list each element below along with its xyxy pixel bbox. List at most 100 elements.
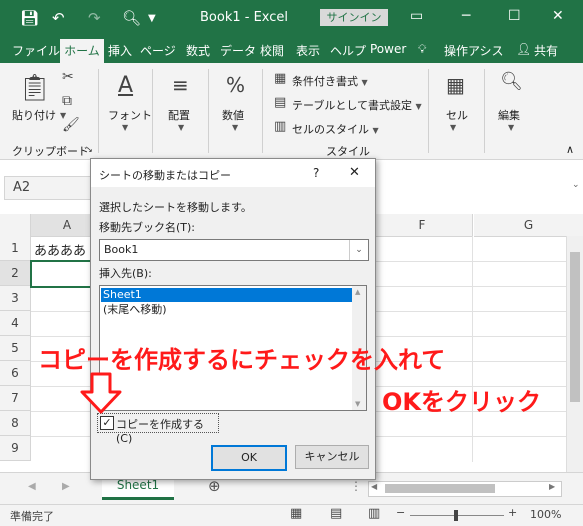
expand-formula-icon[interactable]: ⌄ — [572, 180, 580, 190]
list-item-move-to-end[interactable]: (末尾へ移動) — [101, 303, 353, 317]
more-options-icon[interactable]: ⋮ — [350, 479, 362, 493]
cells-icon[interactable]: ▦ — [446, 73, 465, 97]
font-dropdown-icon[interactable]: ▼ — [122, 123, 128, 132]
format-table-button[interactable]: テーブルとして書式設定 ▼ — [292, 97, 422, 113]
copy-checkbox-row[interactable]: ✓ コピーを作成する(C) — [97, 413, 219, 445]
chevron-up-icon[interactable]: ▲ — [355, 288, 360, 296]
undo-icon[interactable]: ↶ — [52, 9, 65, 27]
format-table-icon[interactable]: ▤ — [274, 95, 286, 110]
signin-button[interactable]: サインイン — [320, 9, 388, 26]
list-item-sheet1[interactable]: Sheet1 — [101, 288, 353, 302]
row-header-6[interactable]: 6 — [0, 361, 31, 386]
zoom-in-icon[interactable]: + — [508, 506, 517, 519]
destination-book-select[interactable]: Book1 ⌄ — [99, 239, 369, 261]
collapse-ribbon-icon[interactable]: ∧ — [566, 143, 574, 156]
tell-me-box[interactable]: 操作アシス — [444, 42, 504, 59]
cut-icon[interactable]: ✂ — [62, 69, 74, 85]
share-icon[interactable]: 👤︎ — [516, 42, 531, 56]
copy-icon[interactable]: ⧉ — [62, 93, 72, 109]
row-header-9[interactable]: 9 — [0, 436, 31, 461]
close-icon[interactable]: ✕ — [552, 8, 564, 24]
minimize-icon[interactable]: ─ — [462, 8, 470, 24]
paste-label[interactable]: 貼り付け — [12, 107, 56, 123]
select-all-corner[interactable] — [0, 214, 31, 237]
print-preview-icon[interactable]: 🔍︎ — [122, 9, 141, 27]
tab-page[interactable]: ページ — [140, 42, 176, 59]
row-header-8[interactable]: 8 — [0, 411, 31, 436]
conditional-format-icon[interactable]: ▦ — [274, 71, 286, 86]
cancel-button[interactable]: キャンセル — [295, 445, 369, 469]
next-sheet-icon[interactable]: ▶ — [62, 481, 70, 492]
row-header-1[interactable]: 1 — [0, 236, 31, 261]
number-dropdown-icon[interactable]: ▼ — [232, 123, 238, 132]
tab-formulas[interactable]: 数式 — [186, 42, 210, 59]
help-icon[interactable]: ? — [313, 166, 319, 180]
row-header-7[interactable]: 7 — [0, 386, 31, 411]
cells-label[interactable]: セル — [446, 107, 468, 123]
editing-label[interactable]: 編集 — [498, 107, 520, 123]
editing-dropdown-icon[interactable]: ▼ — [508, 123, 514, 132]
scrollbar-thumb[interactable] — [385, 484, 495, 493]
zoom-out-icon[interactable]: − — [396, 506, 405, 519]
dialog-message: 選択したシートを移動します。 — [99, 201, 252, 214]
zoom-level[interactable]: 100% — [530, 508, 561, 521]
clipboard-launcher-icon[interactable]: ↘ — [86, 145, 93, 154]
font-label[interactable]: フォント — [108, 107, 152, 123]
tab-review[interactable]: 校閲 — [260, 42, 284, 59]
font-icon[interactable]: A — [118, 73, 133, 98]
alignment-label[interactable]: 配置 — [168, 107, 190, 123]
column-header-f[interactable]: F — [372, 214, 473, 237]
conditional-format-button[interactable]: 条件付き書式 ▼ — [292, 73, 368, 89]
dialog-titlebar: シートの移動またはコピー ? ✕ — [91, 159, 375, 187]
scroll-left-icon[interactable]: ◀ — [371, 482, 377, 491]
previous-sheet-icon[interactable]: ◀ — [28, 481, 36, 492]
row-header-5[interactable]: 5 — [0, 336, 31, 361]
name-box[interactable]: A2 — [4, 176, 94, 200]
row-header-3[interactable]: 3 — [0, 286, 31, 311]
alignment-dropdown-icon[interactable]: ▼ — [178, 123, 184, 132]
page-break-icon[interactable]: ▥ — [368, 506, 380, 521]
cells-dropdown-icon[interactable]: ▼ — [450, 123, 456, 132]
tab-data[interactable]: データ — [220, 42, 256, 59]
redo-icon[interactable]: ↷ — [88, 9, 101, 27]
lightbulb-icon[interactable]: 💡︎ — [418, 42, 426, 57]
ribbon-display-icon[interactable]: ▭ — [410, 8, 423, 24]
page-layout-icon[interactable]: ▤ — [330, 506, 342, 521]
horizontal-scrollbar[interactable]: ◀ ▶ — [368, 481, 562, 497]
percent-icon[interactable]: % — [226, 73, 245, 97]
cell-styles-icon[interactable]: ▥ — [274, 119, 286, 134]
alignment-icon[interactable]: ≡ — [172, 73, 189, 97]
scrollbar-thumb[interactable] — [570, 252, 580, 402]
search-icon[interactable]: 🔍︎ — [500, 71, 523, 92]
chevron-down-icon: ▼ — [361, 78, 368, 87]
save-icon[interactable]: 💾︎ — [20, 9, 39, 27]
chevron-down-icon[interactable]: ⌄ — [349, 240, 368, 260]
format-painter-icon[interactable]: 🖌︎ — [62, 117, 80, 133]
paste-icon[interactable]: 📋︎ — [18, 73, 51, 103]
tab-file[interactable]: ファイル — [12, 42, 60, 59]
number-label[interactable]: 数値 — [222, 107, 244, 123]
share-button[interactable]: 共有 — [534, 42, 558, 59]
annotation-line2: OKをクリック — [382, 388, 541, 416]
row-header-4[interactable]: 4 — [0, 311, 31, 336]
copy-checkbox[interactable]: ✓ — [100, 416, 114, 430]
cell-a1[interactable]: ああああ — [34, 240, 86, 259]
zoom-slider-handle[interactable] — [454, 510, 458, 521]
tab-help[interactable]: ヘルプ — [330, 42, 366, 59]
row-header-2[interactable]: 2 — [0, 261, 31, 286]
tab-view[interactable]: 表示 — [296, 42, 320, 59]
customize-qat-icon[interactable]: ▼ — [148, 13, 156, 24]
scroll-right-icon[interactable]: ▶ — [549, 482, 555, 491]
tab-home[interactable]: ホーム — [60, 39, 104, 63]
chevron-down-icon[interactable]: ▼ — [355, 400, 360, 408]
maximize-icon[interactable]: ☐ — [508, 8, 521, 24]
ok-button[interactable]: OK — [211, 445, 287, 471]
column-header-g[interactable]: G — [474, 214, 583, 237]
tab-insert[interactable]: 挿入 — [108, 42, 132, 59]
normal-view-icon[interactable]: ▦ — [290, 506, 302, 521]
zoom-slider[interactable] — [410, 510, 504, 521]
cell-styles-button[interactable]: セルのスタイル ▼ — [292, 121, 379, 137]
vertical-scrollbar[interactable] — [566, 236, 583, 472]
tab-power[interactable]: Power — [370, 42, 406, 56]
dialog-close-icon[interactable]: ✕ — [349, 165, 360, 180]
